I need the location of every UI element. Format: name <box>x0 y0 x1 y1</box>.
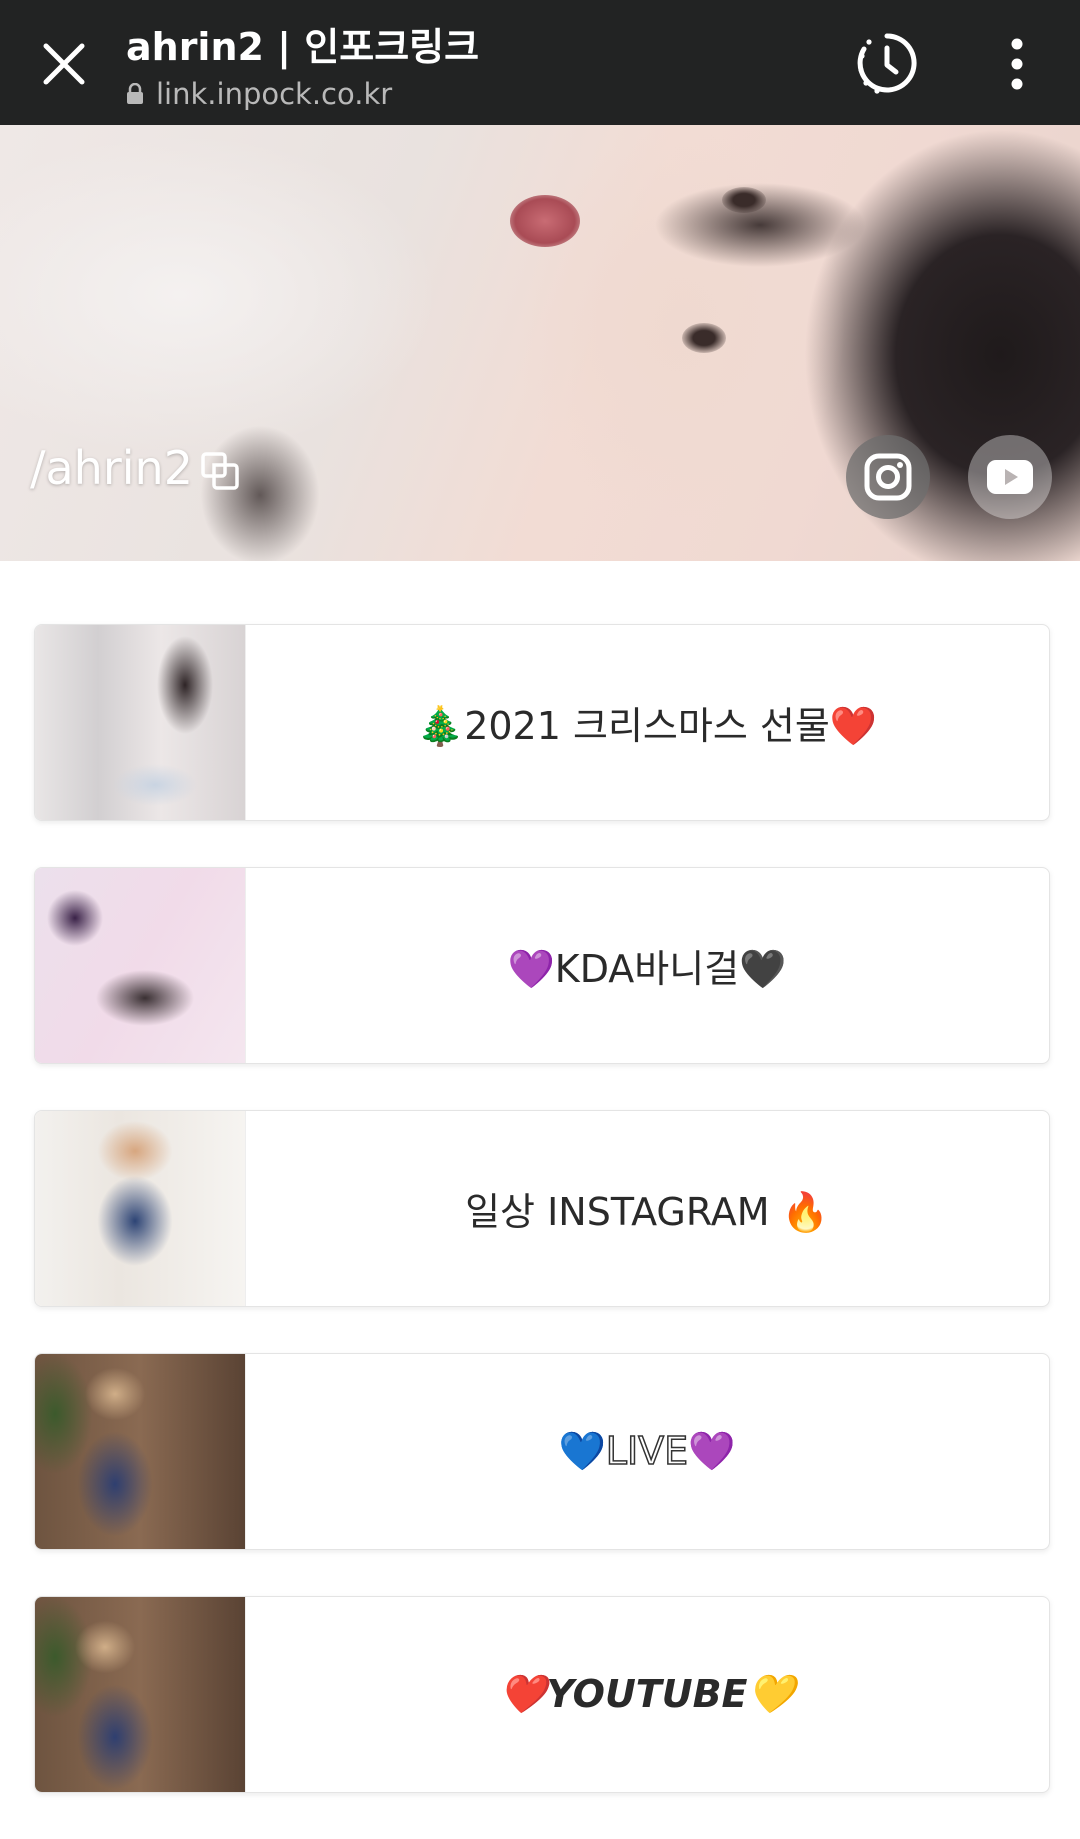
copy-icon[interactable] <box>200 451 240 491</box>
page-title-block: ahrin2 | 인포크링크 link.inpock.co.kr <box>126 16 479 111</box>
instagram-button[interactable] <box>846 435 930 519</box>
link-card[interactable]: 💙LIVE💜 <box>34 1353 1050 1550</box>
url-row: link.inpock.co.kr <box>126 77 479 111</box>
link-label: 💙LIVE💜 <box>558 1428 737 1474</box>
link-label: ❤️YOUTUBE💛 <box>499 1672 795 1716</box>
page-title: ahrin2 | 인포크링크 <box>126 25 480 69</box>
instagram-icon <box>864 453 912 501</box>
cover-photo-detail <box>200 425 320 561</box>
link-thumbnail <box>35 1354 246 1549</box>
browser-toolbar: ahrin2 | 인포크링크 link.inpock.co.kr <box>0 0 1080 125</box>
cover-photo-detail <box>722 187 766 213</box>
close-icon[interactable] <box>34 30 94 94</box>
more-vertical-icon[interactable] <box>1000 36 1034 92</box>
link-card[interactable]: 🎄2021 크리스마스 선물❤️ <box>34 624 1050 821</box>
link-thumbnail <box>35 1111 246 1306</box>
link-card[interactable]: 💜KDA바니걸🖤 <box>34 867 1050 1064</box>
link-thumbnail <box>35 625 246 820</box>
link-label: 🎄2021 크리스마스 선물❤️ <box>416 704 878 748</box>
youtube-button[interactable] <box>968 435 1052 519</box>
link-card[interactable]: ❤️YOUTUBE💛 <box>34 1596 1050 1793</box>
cover-photo-detail <box>510 195 580 247</box>
youtube-icon <box>987 460 1033 494</box>
link-label: 💜KDA바니걸🖤 <box>507 947 787 991</box>
lock-icon <box>127 83 143 104</box>
link-card[interactable]: 일상 INSTAGRAM 🔥 <box>34 1110 1050 1307</box>
link-list: 🎄2021 크리스마스 선물❤️ 💜KDA바니걸🖤 일상 INSTAGRAM 🔥… <box>34 624 1050 1839</box>
profile-cover-image: /ahrin2 <box>0 125 1080 561</box>
history-icon[interactable] <box>852 28 922 98</box>
link-thumbnail <box>35 1597 246 1792</box>
url-text: link.inpock.co.kr <box>156 77 393 111</box>
cover-photo-detail <box>682 323 726 353</box>
link-thumbnail <box>35 868 246 1063</box>
link-label: 일상 INSTAGRAM 🔥 <box>465 1190 829 1234</box>
profile-handle: /ahrin2 <box>30 441 193 495</box>
